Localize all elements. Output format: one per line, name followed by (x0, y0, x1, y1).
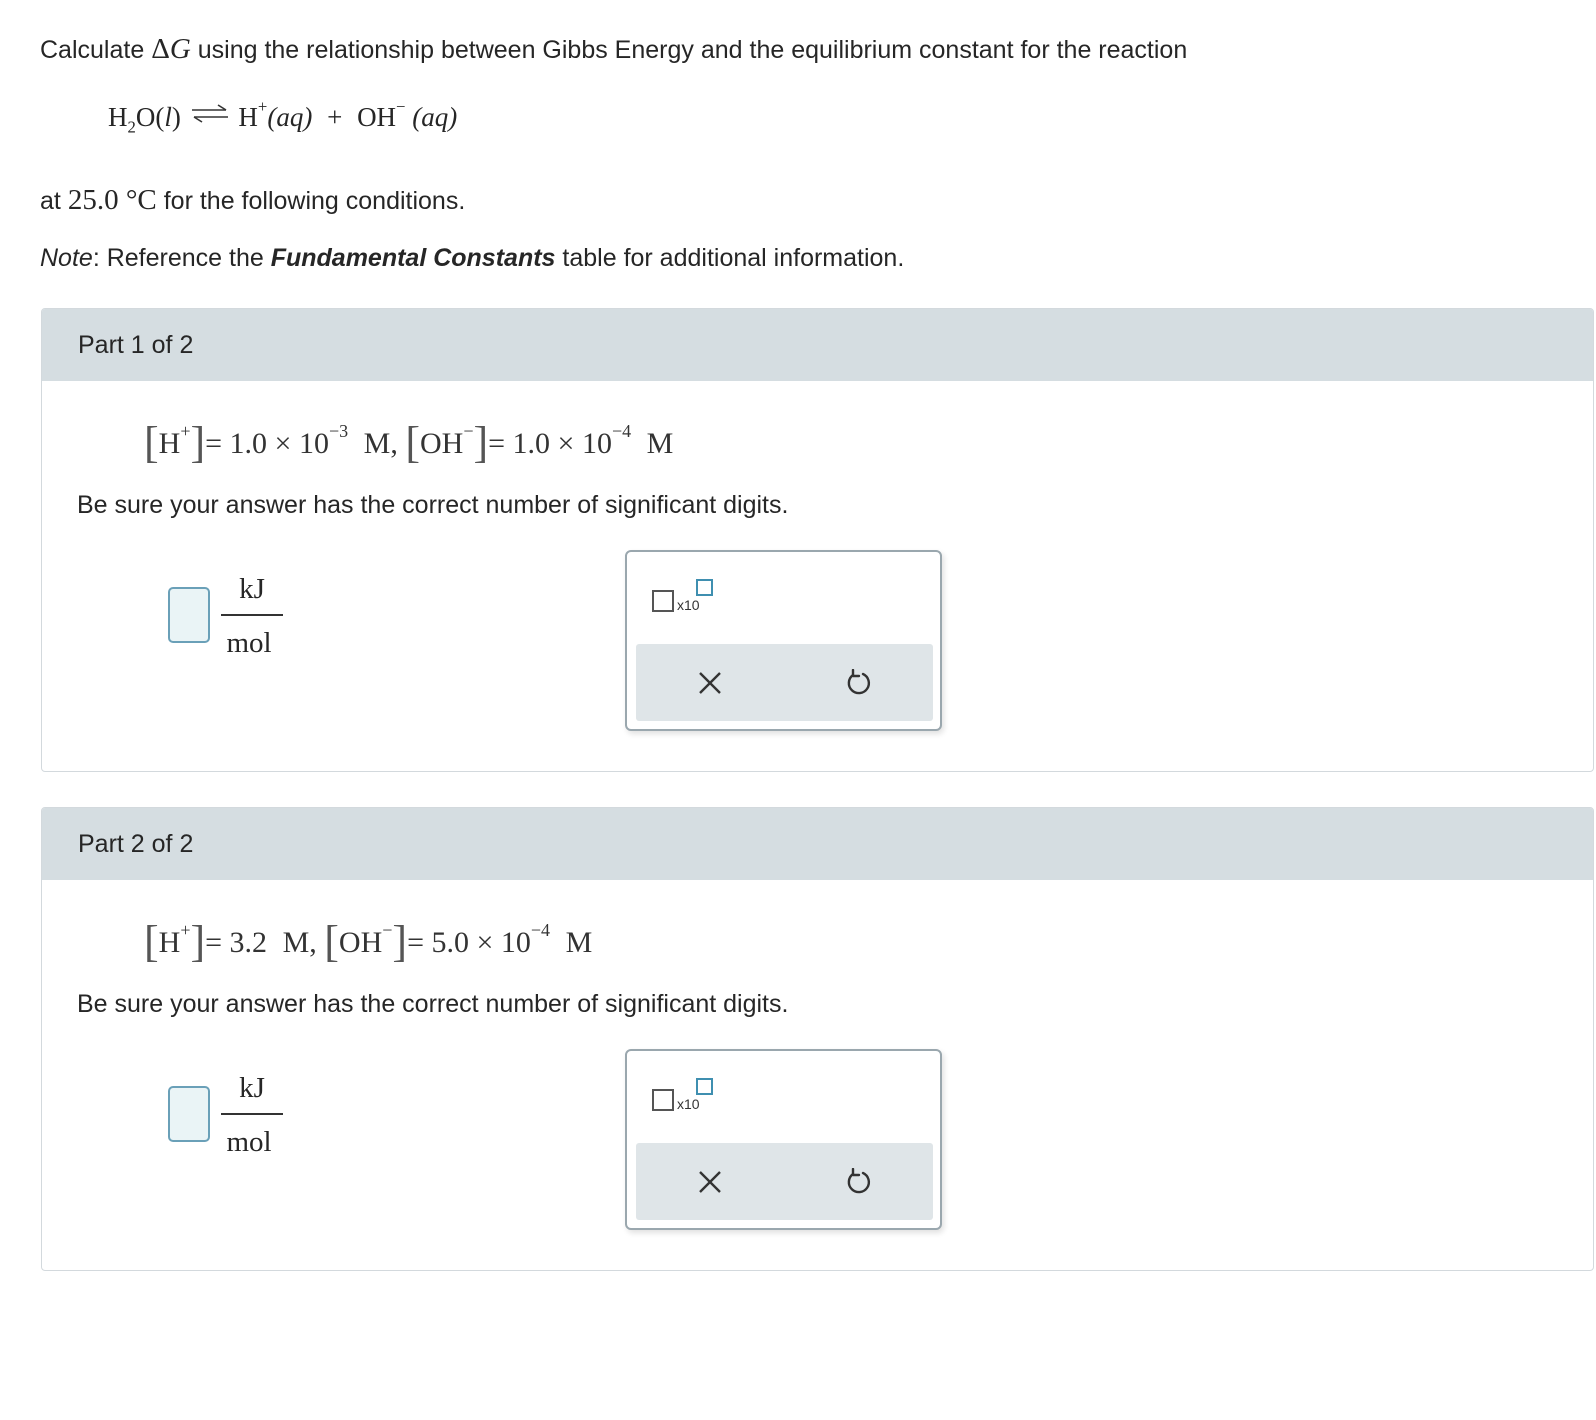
undo-button[interactable] (784, 644, 932, 721)
prompt-rest: using the relationship between Gibbs Ene… (197, 36, 1188, 64)
part-1-answer-input[interactable] (168, 587, 210, 643)
phase-aq-1: (aq) (267, 102, 313, 132)
note-line: Note: Reference the Fundamental Constant… (40, 244, 904, 273)
part-1-instruction: Be sure your answer has the correct numb… (77, 491, 789, 519)
part-2-title: Part 2 of 2 (78, 830, 194, 858)
part-1-tool-palette: x10 (625, 550, 942, 731)
part-2-conditions: [H+]= 3.2 M, [OH−]= 5.0 × 10−4 M (144, 920, 592, 964)
unit-numerator: kJ (239, 1072, 265, 1104)
temperature-at: at (40, 187, 61, 215)
anion-charge: − (396, 97, 406, 116)
part-2-answer-input[interactable] (168, 1086, 210, 1142)
part-1-conditions: [H+]= 1.0 × 10−3 M, [OH−]= 1.0 × 10−4 M (144, 421, 673, 465)
unit-numerator: kJ (239, 573, 265, 605)
anion-oh: OH (357, 102, 397, 132)
close-icon (699, 671, 721, 694)
part-1-toolbar (636, 644, 933, 721)
bracket-close: ] (190, 917, 206, 966)
oh-concentration: = 5.0 × 10 (407, 926, 531, 959)
part-1-header: Part 1 of 2 (42, 309, 1593, 381)
x10-label: x10 (677, 1096, 700, 1112)
base-box (652, 590, 674, 612)
oh-unit: M (565, 926, 593, 959)
undo-icon (847, 668, 871, 694)
fundamental-constants-link[interactable]: Fundamental Constants (271, 244, 556, 272)
oh-concentration: = 1.0 × 10 (488, 427, 612, 460)
bracket-close: ] (190, 418, 206, 467)
phase-aq-2: (aq) (412, 102, 458, 132)
temperature-value: 25.0 °C (67, 184, 157, 216)
h-ion: H (158, 427, 181, 460)
oh-ion: OH (419, 427, 464, 460)
undo-button[interactable] (784, 1143, 932, 1220)
reactant-subscript: 2 (127, 117, 136, 137)
plus-sign: + (327, 102, 343, 132)
unit-denominator: mol (226, 627, 272, 659)
note-rest: table for additional information. (562, 244, 905, 272)
part-1-title: Part 1 of 2 (78, 331, 194, 359)
fraction-bar (221, 614, 283, 616)
reactant-h: H (108, 102, 128, 132)
conditions-text: for the following conditions. (163, 187, 466, 215)
close-icon (699, 1170, 721, 1193)
oh-exponent: −4 (611, 421, 632, 441)
oh-unit: M (646, 427, 674, 460)
note-text: : Reference the (92, 244, 264, 272)
part-2-header: Part 2 of 2 (42, 808, 1593, 880)
scientific-notation-button[interactable]: x10 (652, 1078, 722, 1122)
undo-icon (847, 1167, 871, 1193)
fraction-bar (221, 1113, 283, 1115)
note-label: Note (40, 244, 93, 272)
oh-charge: − (463, 421, 474, 441)
h-charge: + (180, 920, 191, 940)
h-concentration: = 1.0 × 10 (205, 427, 329, 460)
bracket-open: [ (324, 917, 339, 966)
question-prompt: Calculate ΔG using the relationship betw… (40, 33, 1187, 66)
oh-ion: OH (338, 926, 383, 959)
bracket-open: [ (144, 418, 159, 467)
exponent-box (696, 579, 713, 596)
h-charge: + (180, 421, 191, 441)
cation-charge: + (257, 97, 268, 116)
part-2-panel: Part 2 of 2 [H+]= 3.2 M, [OH−]= 5.0 × 10… (41, 807, 1594, 1271)
h-concentration: = 3.2 (205, 926, 268, 959)
reactant-o: O( (135, 102, 165, 132)
delta-g-symbol: ΔG (151, 33, 191, 65)
part-1-panel: Part 1 of 2 [H+]= 1.0 × 10−3 M, [OH−]= 1… (41, 308, 1594, 772)
h-unit: M, (363, 427, 398, 460)
bracket-close: ] (473, 418, 489, 467)
unit-denominator: mol (226, 1126, 272, 1158)
clear-button[interactable] (636, 1143, 784, 1220)
bracket-open: [ (144, 917, 159, 966)
bracket-close: ] (392, 917, 408, 966)
equilibrium-arrows-icon (191, 104, 228, 123)
temperature-line: at 25.0 °C for the following conditions. (40, 184, 465, 217)
part-2-toolbar (636, 1143, 933, 1220)
h-ion: H (158, 926, 181, 959)
h-unit: M, (282, 926, 317, 959)
cation-h: H (238, 102, 258, 132)
oh-charge: − (382, 920, 393, 940)
base-box (652, 1089, 674, 1111)
g-symbol: G (169, 33, 191, 65)
oh-exponent: −4 (530, 920, 551, 940)
scientific-notation-button[interactable]: x10 (652, 579, 722, 623)
part-2-tool-palette: x10 (625, 1049, 942, 1230)
phase-liquid: l (164, 102, 172, 132)
prompt-calculate: Calculate (40, 36, 145, 64)
reactant-close: ) (171, 102, 181, 132)
clear-button[interactable] (636, 644, 784, 721)
bracket-open: [ (405, 418, 420, 467)
reaction-equation: H2O(l) H+(aq) + OH− (aq) (108, 98, 458, 137)
x10-label: x10 (677, 597, 700, 613)
h-exponent: −3 (328, 421, 349, 441)
exponent-box (696, 1078, 713, 1095)
part-2-instruction: Be sure your answer has the correct numb… (77, 990, 789, 1018)
